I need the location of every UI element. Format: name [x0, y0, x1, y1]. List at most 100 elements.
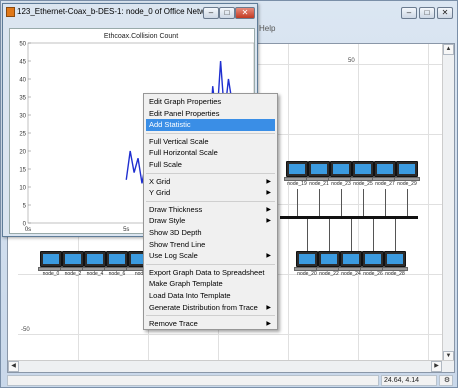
submenu-arrow-icon: ▶	[266, 178, 271, 185]
menu-item-label: Add Statistic	[149, 120, 191, 130]
node-link	[363, 189, 364, 216]
graph-close-button[interactable]: ✕	[235, 7, 255, 19]
menu-item-show-3d-depth[interactable]: Show 3D Depth	[146, 227, 275, 239]
submenu-arrow-icon: ▶	[266, 206, 271, 213]
menu-item-label: Make Graph Template	[149, 279, 223, 289]
main-close-button[interactable]: ✕	[437, 7, 453, 19]
y-tick-label: 45	[19, 60, 26, 66]
node-label: node_28	[385, 271, 405, 277]
network-node[interactable]: node_29	[394, 161, 420, 189]
submenu-arrow-icon: ▶	[266, 253, 271, 260]
menu-item-label: Draw Style	[149, 216, 186, 226]
computer-icon	[318, 251, 340, 267]
y-tick-label: 20	[19, 150, 26, 156]
menu-separator	[146, 172, 275, 174]
computer-icon	[362, 251, 384, 267]
menu-item-make-graph-template[interactable]: Make Graph Template	[146, 278, 275, 290]
status-icon: ⚙	[439, 375, 453, 386]
computer-icon	[296, 251, 318, 267]
computer-icon	[374, 161, 396, 177]
computer-icon	[308, 161, 330, 177]
node-link	[385, 189, 386, 216]
submenu-arrow-icon: ▶	[266, 321, 271, 328]
computer-icon	[384, 251, 406, 267]
y-tick-label: 15	[19, 168, 26, 174]
x-tick-label: 5s	[123, 227, 129, 233]
main-maximize-button[interactable]: □	[419, 7, 435, 19]
menu-item-label: Generate Distribution from Trace	[149, 302, 258, 312]
computer-icon	[106, 251, 128, 267]
main-minimize-button[interactable]: –	[401, 7, 417, 19]
menu-item-label: Load Data Into Template	[149, 291, 231, 300]
node-label: node_29	[397, 181, 417, 187]
menu-item-label: Remove Trace	[149, 319, 198, 329]
grid-line	[358, 44, 359, 362]
menu-item-draw-style[interactable]: Draw Style ▶	[146, 215, 275, 227]
menu-item-label: Full Vertical Scale	[149, 136, 209, 146]
app-icon	[6, 7, 15, 17]
chart-title: Ethcoax.Collision Count	[104, 33, 178, 40]
graph-minimize-button[interactable]: –	[203, 7, 219, 19]
menu-item-label: X Grid	[149, 176, 171, 186]
menu-item-label: Edit Panel Properties	[149, 108, 220, 118]
menu-item-remove-trace[interactable]: Remove Trace ▶	[146, 318, 275, 330]
network-node[interactable]: node_28	[382, 251, 408, 279]
y-tick-label: 5	[23, 204, 27, 210]
menu-item-y-grid[interactable]: Y Grid ▶	[146, 187, 275, 199]
menu-item-label: Full Scale	[149, 160, 182, 169]
status-bar: 24.64, 4.14 ⚙	[7, 375, 455, 387]
grid-line	[18, 334, 442, 335]
canvas-axis-label-bottom: -50	[21, 327, 30, 333]
menu-item-export-graph-data-to-spreadsheet[interactable]: Export Graph Data to Spreadsheet	[146, 267, 275, 279]
computer-icon	[286, 161, 308, 177]
menu-item-label: Export Graph Data to Spreadsheet	[149, 267, 265, 277]
menu-item-edit-graph-properties[interactable]: Edit Graph Properties	[146, 96, 275, 108]
y-tick-label: 25	[19, 132, 26, 138]
menu-separator	[146, 132, 275, 134]
computer-icon	[396, 161, 418, 177]
node-link	[351, 219, 352, 251]
status-coordinates: 24.64, 4.14	[381, 375, 437, 386]
y-tick-label: 30	[19, 114, 26, 120]
node-link	[297, 189, 298, 216]
scroll-up-button[interactable]: ▲	[443, 44, 454, 55]
menu-item-load-data-into-template[interactable]: Load Data Into Template	[146, 290, 275, 302]
node-link	[373, 219, 374, 251]
menu-item-full-scale[interactable]: Full Scale	[146, 159, 275, 171]
menu-item-label: Full Horizontal Scale	[149, 148, 218, 158]
menu-item-use-log-scale[interactable]: Use Log Scale ▶	[146, 250, 275, 262]
graph-maximize-button[interactable]: □	[219, 7, 235, 19]
computer-icon	[352, 161, 374, 177]
menu-item-show-trend-line[interactable]: Show Trend Line	[146, 239, 275, 251]
horizontal-scrollbar[interactable]: ◀ ▶	[8, 360, 454, 372]
menu-item-full-horizontal-scale[interactable]: Full Horizontal Scale	[146, 147, 275, 159]
computer-icon	[340, 251, 362, 267]
status-message	[7, 375, 379, 386]
menu-item-add-statistic[interactable]: Add Statistic	[146, 119, 275, 132]
y-tick-label: 40	[19, 78, 26, 84]
menu-item-label: Show Trend Line	[149, 239, 206, 249]
menu-item-x-grid[interactable]: X Grid ▶	[146, 176, 275, 188]
menu-item-generate-distribution-from-trace[interactable]: Generate Distribution from Trace ▶	[146, 302, 275, 314]
scroll-right-button[interactable]: ▶	[431, 361, 442, 372]
grid-line	[428, 44, 429, 362]
node-link	[395, 219, 396, 251]
menu-item-label: Draw Thickness	[149, 204, 203, 214]
scroll-left-button[interactable]: ◀	[8, 361, 19, 372]
menu-item-edit-panel-properties[interactable]: Edit Panel Properties	[146, 108, 275, 120]
submenu-arrow-icon: ▶	[266, 218, 271, 225]
vertical-scrollbar[interactable]: ▲ ▼	[442, 44, 454, 362]
menu-help[interactable]: Help	[259, 24, 275, 33]
y-tick-label: 50	[19, 42, 26, 48]
grid-line	[288, 44, 289, 362]
computer-icon	[330, 161, 352, 177]
context-menu: Edit Graph Properties Edit Panel Properti…	[143, 93, 278, 330]
node-link	[341, 189, 342, 216]
menu-item-full-vertical-scale[interactable]: Full Vertical Scale	[146, 136, 275, 148]
x-tick-label: 0s	[25, 227, 31, 233]
menu-item-draw-thickness[interactable]: Draw Thickness ▶	[146, 204, 275, 216]
canvas-axis-label-top: 50	[348, 58, 355, 64]
y-tick-label: 35	[19, 96, 26, 102]
computer-icon	[84, 251, 106, 267]
computer-icon	[40, 251, 62, 267]
